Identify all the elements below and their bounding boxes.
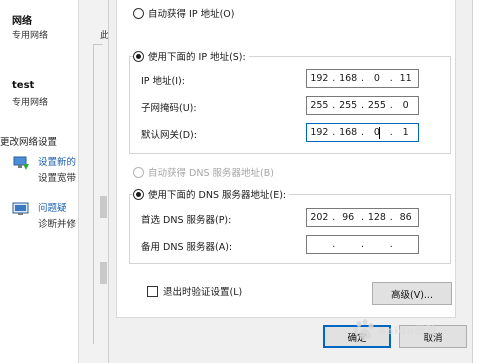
octet: 202 [310,212,329,223]
radio-label: 自动获得 IP 地址(O) [148,9,235,20]
network-settings-pane: 网络 专用网络 test 专用网络 更改网络设置 设置新的 设置宽带 问题疑 诊… [0,0,78,363]
radio-auto-ip[interactable]: 自动获得 IP 地址(O) [133,6,238,20]
radio-label: 自动获得 DNS 服务器地址(B) [148,168,274,179]
scrollbar-thumb[interactable] [100,196,107,218]
network-settings-icon [13,156,29,170]
octet: 96 [342,212,355,223]
octet: 0 [373,73,380,84]
background-properties-window: 此 [78,0,109,363]
octet: 168 [339,73,358,84]
radio-label: 使用下面的 DNS 服务器地址(E): [148,190,287,201]
scrollbar-thumb[interactable] [100,262,107,284]
octet: 192 [310,73,329,84]
octet: 11 [399,73,412,84]
network-name: 网络 [12,16,32,27]
checkbox-label: 退出时验证设置(L) [163,287,243,298]
network-name: test [12,80,35,91]
default-gateway-input[interactable]: 192. 168. 0. 1 [306,123,419,142]
validate-settings-checkbox[interactable]: 退出时验证设置(L) [147,284,246,298]
checkbox[interactable] [147,285,158,297]
network-type: 专用网络 [12,31,49,41]
radio-auto-dns[interactable]: 自动获得 DNS 服务器地址(B) [133,165,277,179]
task-description: 诊断并修 [38,219,77,230]
subnet-mask-label: 子网掩码(U): [141,103,197,114]
general-tab-panel: 自动获得 IP 地址(O) 使用下面的 IP 地址(S): IP 地址(I): … [116,0,456,318]
octet: 86 [399,212,412,223]
preferred-dns-label: 首选 DNS 服务器(P): [141,215,232,226]
text-caret [379,127,380,139]
change-network-settings-heading: 更改网络设置 [0,137,58,148]
troubleshoot-icon [12,202,29,215]
octet: 0 [402,100,409,111]
alternate-dns-input[interactable]: . . . [306,235,419,254]
network-type: 专用网络 [12,98,49,108]
octet: 128 [367,212,386,223]
paw-logo-icon [353,319,374,339]
radio-manual-ip[interactable]: 使用下面的 IP 地址(S): [133,49,249,63]
octet: 168 [339,127,358,138]
octet: 0 [373,127,380,138]
baidu-watermark: Baidu经验 [352,312,474,352]
subnet-mask-input[interactable]: 255. 255. 255. 0 [306,96,419,115]
list-frame [93,44,103,344]
radio-button[interactable] [133,50,144,62]
alternate-dns-label: 备用 DNS 服务器(A): [141,242,233,253]
radio-button[interactable] [133,7,144,19]
task-link[interactable]: 设置新的 [38,154,76,168]
watermark-text: Baidu经验 [378,326,438,337]
advanced-button[interactable]: 高级(V)... [372,282,452,305]
octet: 255 [367,100,386,111]
default-gateway-label: 默认网关(D): [141,130,197,141]
preferred-dns-input[interactable]: 202. 96. 128. 86 [306,208,419,227]
ip-address-label: IP 地址(I): [141,76,185,87]
radio-label: 使用下面的 IP 地址(S): [148,52,246,63]
task-link[interactable]: 问题疑 [38,200,67,214]
octet: 1 [402,127,409,138]
octet: 192 [310,127,329,138]
radio-button[interactable] [133,188,144,200]
octet: 255 [310,100,329,111]
ipv4-properties-dialog: 自动获得 IP 地址(O) 使用下面的 IP 地址(S): IP 地址(I): … [108,0,472,363]
ip-address-input[interactable]: 192. 168. 0. 11 [306,69,419,88]
radio-button[interactable] [133,166,144,178]
task-description: 设置宽带 [38,173,77,184]
radio-manual-dns[interactable]: 使用下面的 DNS 服务器地址(E): [133,187,290,201]
octet: 255 [339,100,358,111]
window-edge [472,0,480,363]
